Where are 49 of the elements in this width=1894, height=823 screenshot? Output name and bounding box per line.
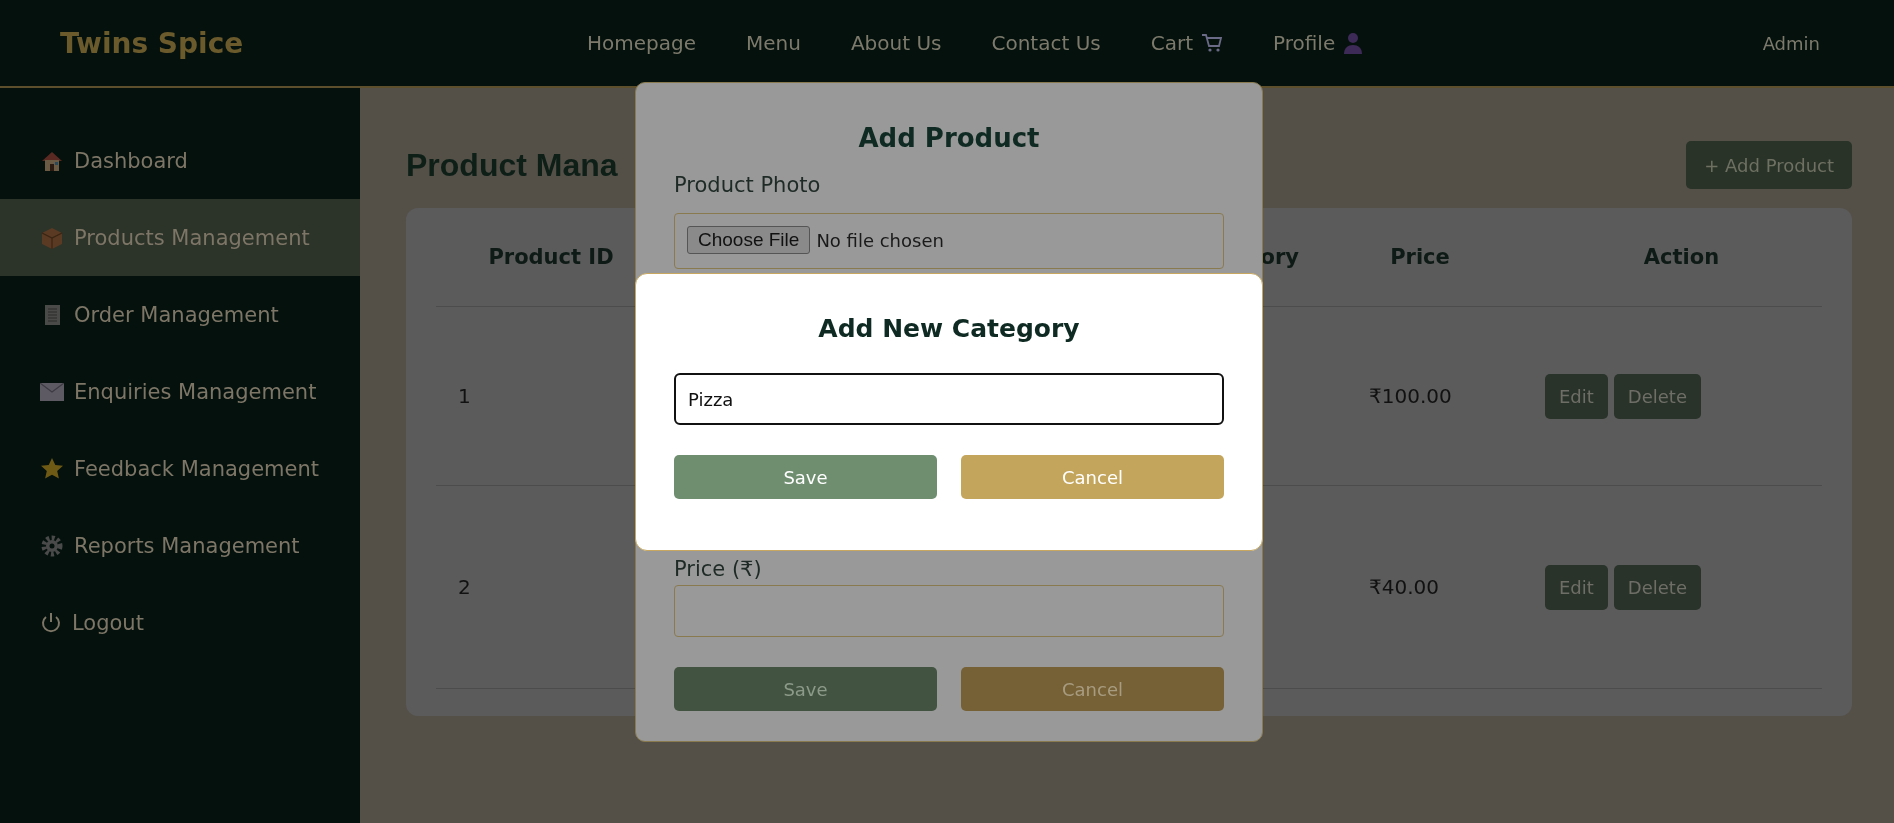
table-cell-text: 2 bbox=[457, 575, 472, 599]
sidebar-item[interactable]: Products Management bbox=[0, 199, 360, 276]
field-label: Price (₹) bbox=[674, 557, 763, 581]
sidebar-item[interactable]: Feedback Management bbox=[0, 430, 360, 507]
envelope-icon bbox=[40, 382, 64, 401]
power-icon bbox=[40, 611, 62, 634]
star-icon bbox=[40, 456, 64, 481]
page-title: Product Mana bbox=[406, 146, 618, 184]
table-cell-text: ₹100.00 bbox=[1368, 384, 1453, 408]
sidebar-item[interactable]: Logout bbox=[0, 584, 360, 661]
category-name-field[interactable]: Pizza bbox=[674, 373, 1224, 425]
price-input-field[interactable] bbox=[674, 585, 1224, 637]
sidebar-item[interactable]: Enquiries Management bbox=[0, 353, 360, 430]
user-name[interactable]: Admin bbox=[1762, 32, 1820, 54]
delete-button[interactable]: Delete bbox=[1613, 564, 1701, 610]
column-header: Price bbox=[1389, 245, 1451, 269]
column-header: Product ID bbox=[487, 245, 615, 269]
column-header: ory bbox=[1259, 245, 1299, 269]
cancel-button[interactable]: Cancel bbox=[961, 667, 1224, 711]
save-button[interactable]: Save bbox=[674, 667, 937, 711]
nav-link[interactable]: Menu bbox=[746, 31, 801, 55]
nav-link[interactable]: Contact Us bbox=[991, 31, 1101, 55]
table-cell-text: 1 bbox=[457, 384, 472, 408]
save-button[interactable]: Save bbox=[674, 455, 937, 499]
dialog-title: Add Product bbox=[857, 123, 1041, 153]
person-icon bbox=[1343, 32, 1364, 54]
edit-button[interactable]: Edit bbox=[1545, 373, 1608, 419]
table-cell-text: ₹40.00 bbox=[1368, 575, 1440, 599]
brand-logo[interactable]: Twins Spice bbox=[60, 26, 587, 60]
package-icon bbox=[40, 225, 64, 250]
gear-icon bbox=[40, 533, 64, 558]
column-header: Action bbox=[1642, 245, 1721, 269]
dialog-title: Add New Category bbox=[817, 314, 1081, 343]
nav-link[interactable]: Homepage bbox=[587, 31, 696, 55]
sidebar-item[interactable]: Order Management bbox=[0, 276, 360, 353]
nav-link[interactable]: Profile bbox=[1273, 31, 1364, 55]
file-input[interactable]: Choose File No file chosen bbox=[674, 213, 1224, 269]
edit-button[interactable]: Edit bbox=[1545, 564, 1608, 610]
nav-link[interactable]: Cart bbox=[1150, 31, 1223, 55]
nav-link[interactable]: About Us bbox=[850, 31, 942, 55]
cart-icon bbox=[1201, 33, 1223, 53]
sidebar-item[interactable]: Dashboard bbox=[0, 122, 360, 199]
field-label: Product Photo bbox=[674, 173, 822, 197]
add-product-button[interactable]: + Add Product bbox=[1686, 141, 1852, 189]
cancel-button[interactable]: Cancel bbox=[961, 455, 1224, 499]
file-status: No file chosen bbox=[816, 229, 944, 251]
choose-file-button[interactable]: Choose File bbox=[687, 226, 811, 254]
delete-button[interactable]: Delete bbox=[1613, 373, 1701, 419]
sidebar-item[interactable]: Reports Management bbox=[0, 507, 360, 584]
